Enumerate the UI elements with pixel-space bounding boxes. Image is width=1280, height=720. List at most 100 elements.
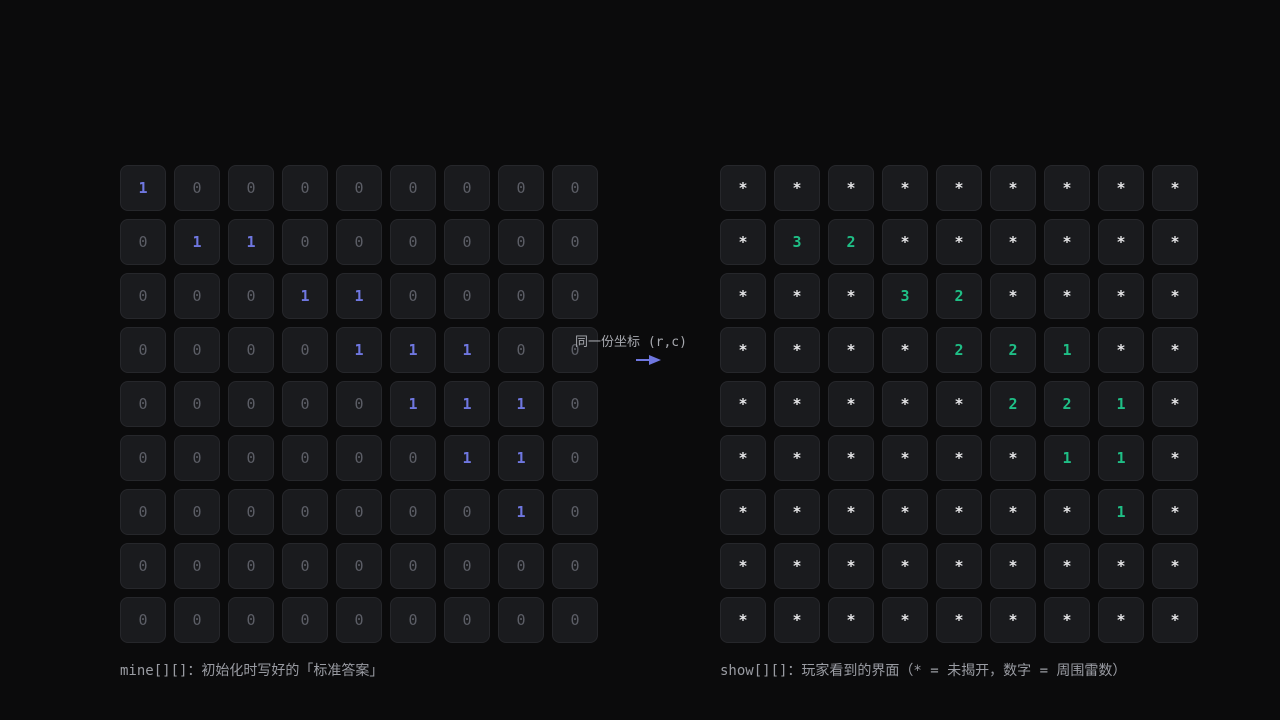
grid-cell[interactable]: 2 — [828, 219, 874, 265]
grid-cell[interactable]: * — [828, 435, 874, 481]
grid-cell[interactable]: * — [882, 597, 928, 643]
grid-cell[interactable]: * — [774, 273, 820, 319]
grid-cell[interactable]: * — [828, 327, 874, 373]
grid-cell[interactable]: 2 — [990, 381, 1036, 427]
grid-cell[interactable]: * — [720, 381, 766, 427]
grid-cell[interactable]: * — [720, 435, 766, 481]
grid-cell[interactable]: * — [720, 165, 766, 211]
grid-cell[interactable]: * — [1098, 273, 1144, 319]
grid-cell[interactable]: * — [936, 435, 982, 481]
grid-cell[interactable]: * — [1044, 165, 1090, 211]
grid-cell: 0 — [228, 489, 274, 535]
grid-cell[interactable]: * — [1044, 543, 1090, 589]
grid-cell[interactable]: * — [828, 489, 874, 535]
grid-cell: 1 — [120, 165, 166, 211]
grid-cell[interactable]: * — [882, 165, 928, 211]
grid-cell[interactable]: * — [720, 489, 766, 535]
grid-cell[interactable]: * — [1044, 489, 1090, 535]
grid-cell: 0 — [336, 597, 382, 643]
grid-cell: 0 — [282, 165, 328, 211]
grid-cell[interactable]: * — [774, 381, 820, 427]
grid-cell[interactable]: 1 — [1098, 489, 1144, 535]
grid-cell[interactable]: * — [990, 435, 1036, 481]
grid-cell[interactable]: 1 — [1044, 435, 1090, 481]
grid-cell[interactable]: * — [1098, 219, 1144, 265]
grid-cell[interactable]: 1 — [1044, 327, 1090, 373]
grid-cell[interactable]: 2 — [936, 273, 982, 319]
grid-cell[interactable]: * — [936, 543, 982, 589]
grid-cell[interactable]: * — [990, 597, 1036, 643]
grid-cell[interactable]: * — [1098, 165, 1144, 211]
grid-cell[interactable]: * — [1152, 165, 1198, 211]
grid-cell: 0 — [552, 435, 598, 481]
grid-cell[interactable]: * — [936, 381, 982, 427]
grid-cell: 0 — [552, 489, 598, 535]
grid-cell[interactable]: * — [1152, 543, 1198, 589]
grid-cell[interactable]: * — [882, 543, 928, 589]
grid-cell[interactable]: * — [1098, 543, 1144, 589]
grid-cell[interactable]: * — [720, 219, 766, 265]
grid-cell: 0 — [174, 489, 220, 535]
grid-cell[interactable]: * — [720, 543, 766, 589]
grid-cell[interactable]: * — [882, 381, 928, 427]
grid-cell[interactable]: * — [1152, 327, 1198, 373]
grid-cell: 1 — [498, 435, 544, 481]
grid-cell[interactable]: * — [936, 165, 982, 211]
grid-cell[interactable]: * — [720, 597, 766, 643]
grid-cell[interactable]: 2 — [1044, 381, 1090, 427]
grid-cell[interactable]: * — [828, 597, 874, 643]
grid-cell[interactable]: * — [1098, 597, 1144, 643]
grid-cell[interactable]: * — [936, 489, 982, 535]
grid-cell[interactable]: * — [1152, 219, 1198, 265]
grid-cell[interactable]: * — [882, 489, 928, 535]
grid-cell[interactable]: * — [1044, 273, 1090, 319]
grid-cell[interactable]: * — [828, 381, 874, 427]
grid-cell[interactable]: 2 — [936, 327, 982, 373]
grid-cell[interactable]: * — [1044, 597, 1090, 643]
grid-cell[interactable]: * — [1098, 327, 1144, 373]
grid-cell[interactable]: * — [828, 543, 874, 589]
grid-cell[interactable]: * — [720, 327, 766, 373]
grid-cell[interactable]: * — [720, 273, 766, 319]
grid-cell[interactable]: * — [774, 597, 820, 643]
grid-cell[interactable]: * — [990, 489, 1036, 535]
grid-cell[interactable]: * — [990, 219, 1036, 265]
grid-cell[interactable]: 3 — [882, 273, 928, 319]
grid-cell: 0 — [174, 381, 220, 427]
grid-cell: 0 — [390, 273, 436, 319]
grid-cell[interactable]: * — [774, 435, 820, 481]
grid-cell[interactable]: * — [774, 489, 820, 535]
coordinate-connector: 同一份坐标 (r,c) — [570, 331, 695, 371]
grid-cell[interactable]: * — [882, 435, 928, 481]
grid-cell[interactable]: 3 — [774, 219, 820, 265]
show-grid: * * * * * * * * * * 3 2 * * * * * * * * * 3 2 * * * * * * * * 2 2 1 * * * * * *… — [720, 165, 1198, 643]
grid-cell[interactable]: * — [1152, 435, 1198, 481]
grid-cell[interactable]: * — [1152, 381, 1198, 427]
grid-cell[interactable]: 1 — [1098, 435, 1144, 481]
grid-cell[interactable]: * — [936, 219, 982, 265]
grid-cell: 0 — [228, 597, 274, 643]
grid-cell[interactable]: * — [990, 273, 1036, 319]
grid-cell[interactable]: * — [1152, 273, 1198, 319]
grid-cell[interactable]: * — [774, 327, 820, 373]
grid-cell[interactable]: * — [828, 273, 874, 319]
grid-cell: 0 — [174, 597, 220, 643]
grid-cell[interactable]: * — [1152, 597, 1198, 643]
grid-cell[interactable]: * — [774, 165, 820, 211]
grid-cell: 0 — [552, 165, 598, 211]
grid-cell[interactable]: 2 — [990, 327, 1036, 373]
grid-cell[interactable]: * — [882, 219, 928, 265]
grid-cell[interactable]: * — [936, 597, 982, 643]
grid-cell: 0 — [444, 597, 490, 643]
grid-cell[interactable]: * — [774, 543, 820, 589]
grid-cell: 0 — [444, 219, 490, 265]
grid-cell[interactable]: * — [882, 327, 928, 373]
grid-cell[interactable]: 1 — [1098, 381, 1144, 427]
grid-cell[interactable]: * — [990, 165, 1036, 211]
grid-cell[interactable]: * — [990, 543, 1036, 589]
grid-cell: 0 — [390, 543, 436, 589]
grid-cell: 0 — [336, 219, 382, 265]
grid-cell[interactable]: * — [1152, 489, 1198, 535]
grid-cell[interactable]: * — [1044, 219, 1090, 265]
grid-cell[interactable]: * — [828, 165, 874, 211]
